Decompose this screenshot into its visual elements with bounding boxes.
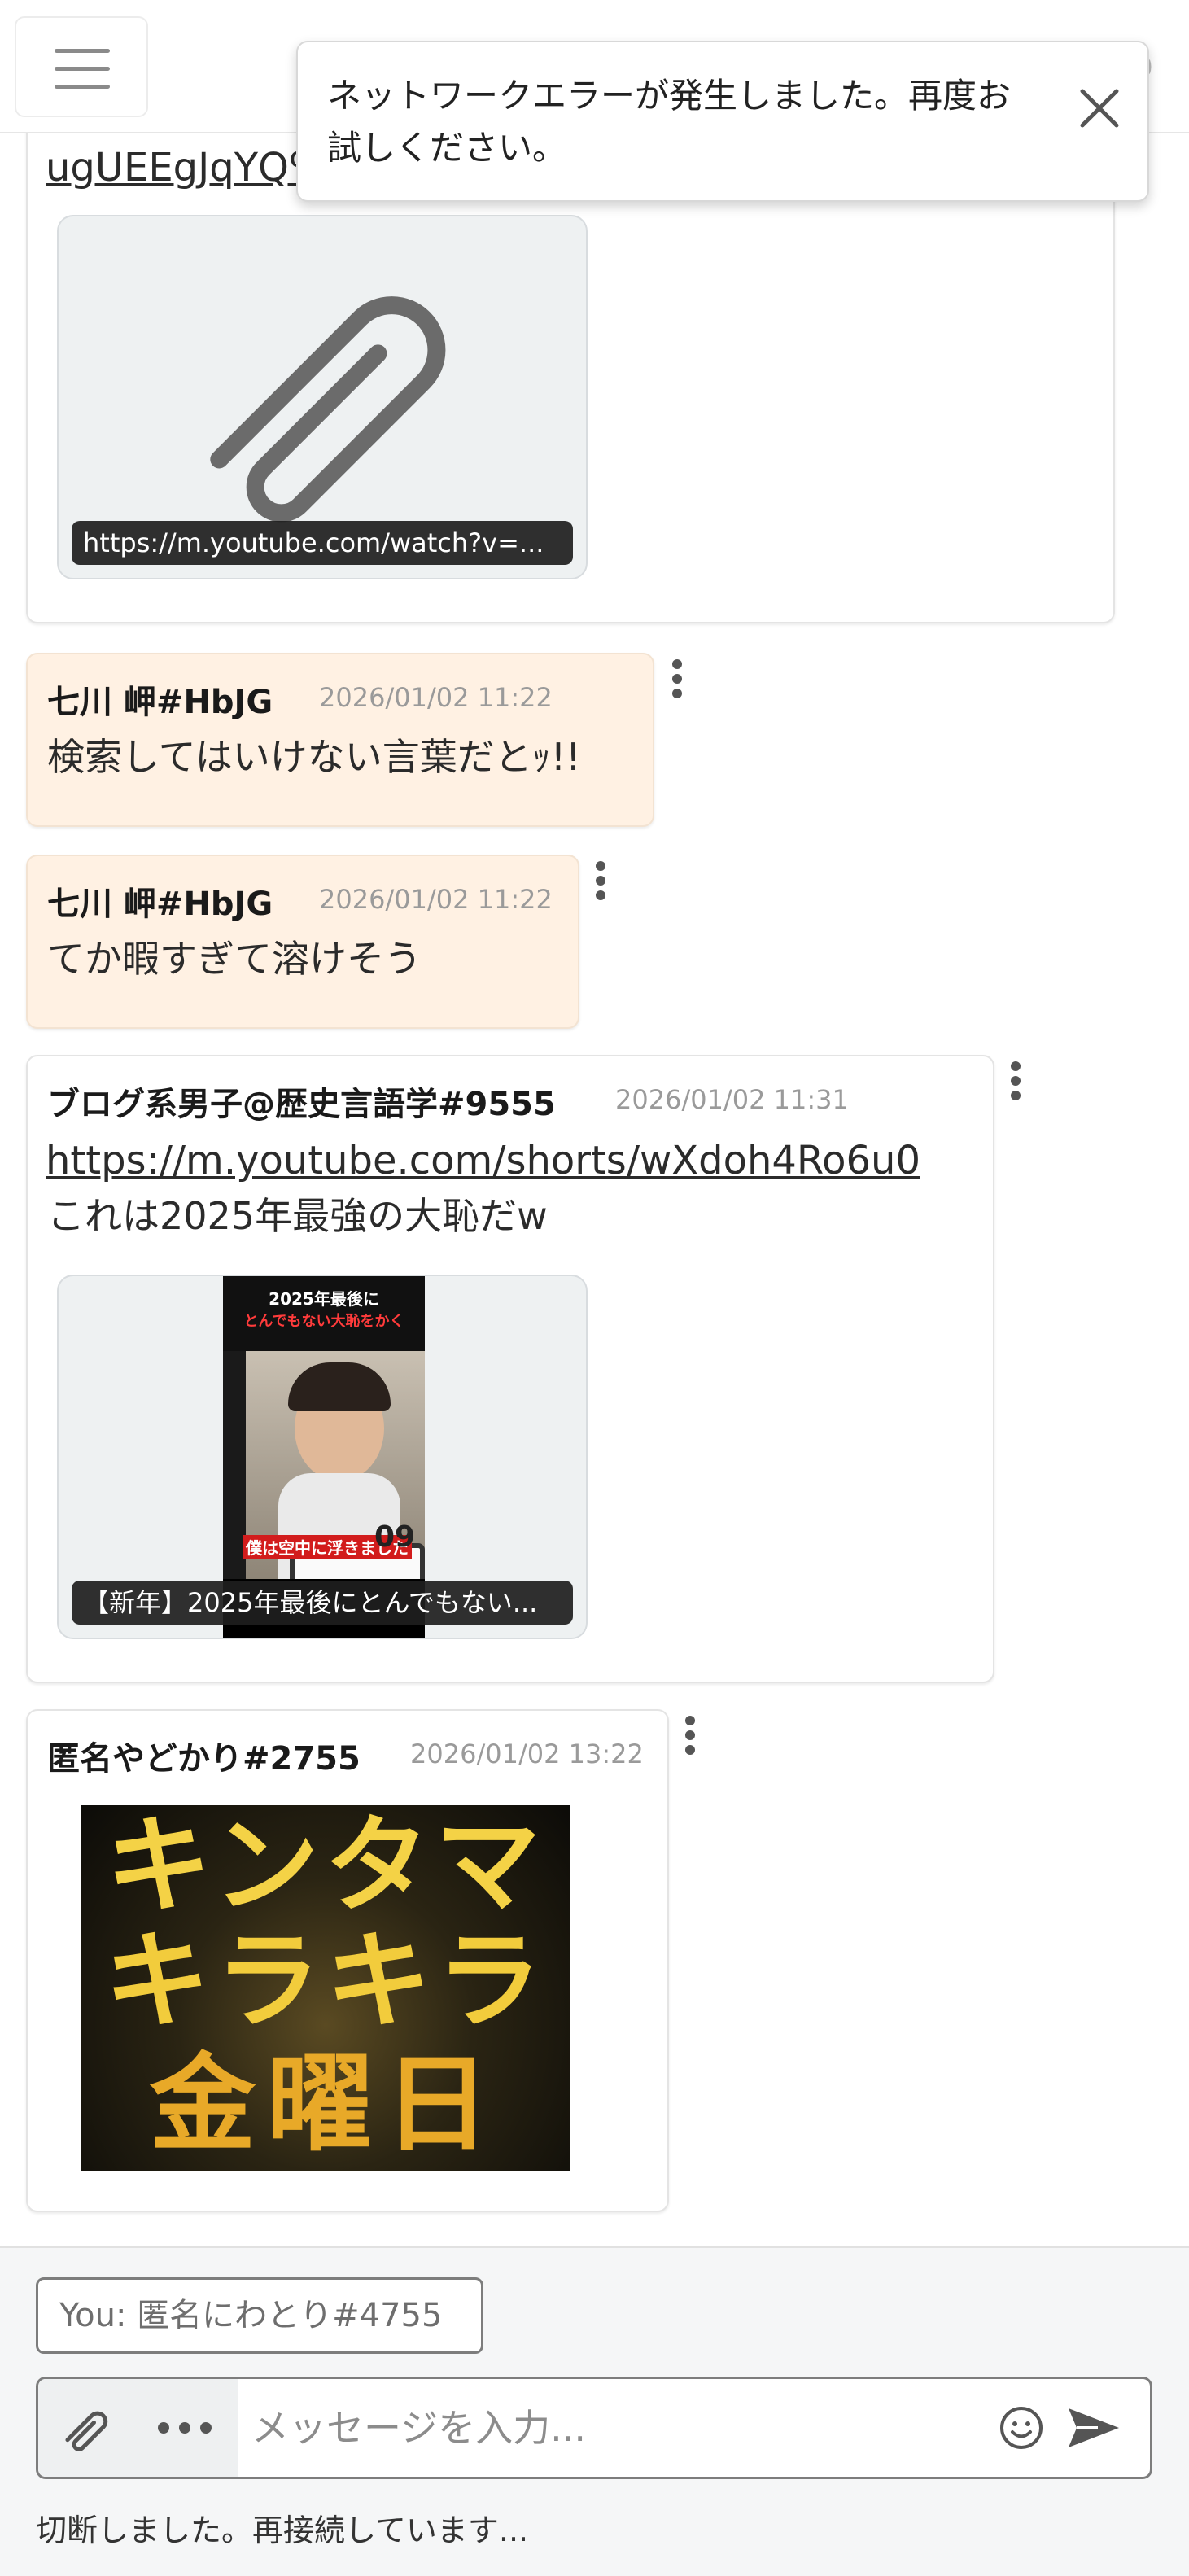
message-text: これは2025年最強の大恥だw (47, 1194, 548, 1238)
chat-log: ugUEEgJqYQ%3D%3D https://m.youtube.com/w… (0, 0, 1189, 2246)
link-preview-card[interactable]: 2025年最後に とんでもない大恥をかく 僕は空中に浮きました 09 【新年】2… (57, 1275, 588, 1639)
message-menu-button[interactable] (591, 861, 610, 910)
image-text-line: キンタマ (105, 1805, 546, 1927)
input-tools (38, 2379, 238, 2477)
message-author[interactable]: 七川 岬#HbJG (47, 877, 273, 925)
thumbnail-title-line: 2025年最後に (269, 1289, 379, 1309)
message-card: 七川 岬#HbJG 2026/01/02 11:22 検索してはいけない言葉だと… (26, 653, 654, 827)
preview-caption: https://m.youtube.com/watch?v=... (72, 521, 573, 565)
message-author[interactable]: 七川 岬#HbJG (47, 676, 273, 723)
message-timestamp: 2026/01/02 11:31 (615, 1084, 849, 1115)
image-text-line: 金曜日 (149, 2042, 501, 2166)
message-author[interactable]: 匿名やどかり#2755 (47, 1732, 361, 1779)
message-input-row (36, 2377, 1152, 2479)
message-timestamp: 2026/01/02 11:22 (319, 884, 553, 915)
message-menu-button[interactable] (667, 659, 687, 708)
message-timestamp: 2026/01/02 13:22 (410, 1738, 644, 1769)
message-input[interactable] (251, 2397, 984, 2459)
paperclip-icon[interactable] (56, 2399, 118, 2460)
message-menu-button[interactable] (1006, 1061, 1025, 1110)
thumbnail-number: 09 (374, 1520, 416, 1554)
message-timestamp: 2026/01/02 11:22 (319, 682, 553, 713)
send-icon[interactable] (1065, 2403, 1122, 2452)
message-card: 匿名やどかり#2755 2026/01/02 13:22 キンタマ キラキラ 金… (26, 1709, 669, 2212)
message-image[interactable]: キンタマ キラキラ 金曜日 (81, 1805, 570, 2171)
message-author[interactable]: ブログ系男子@歴史言語学#9555 (47, 1078, 556, 1125)
link-preview-card[interactable]: https://m.youtube.com/watch?v=... (57, 215, 588, 579)
close-icon[interactable] (1071, 80, 1128, 137)
message-card: ブログ系男子@歴史言語学#9555 2026/01/02 11:31 https… (26, 1055, 994, 1683)
more-dots-icon[interactable] (152, 2412, 217, 2444)
emoji-icon[interactable] (997, 2403, 1046, 2452)
hamburger-menu-button[interactable] (15, 16, 148, 117)
toast-message: ネットワークエラーが発生しました。再度お試しください。 (327, 76, 1012, 168)
preview-caption: 【新年】2025年最後にとんでもない... (72, 1581, 573, 1625)
message-menu-button[interactable] (680, 1716, 700, 1765)
message-card: 七川 岬#HbJG 2026/01/02 11:22 てか暇すぎて溶けそう (26, 855, 579, 1029)
message-text: 検索してはいけない言葉だとｯ!! (47, 735, 581, 779)
connection-status: 切断しました。再接続しています... (36, 2513, 529, 2548)
message-text: てか暇すぎて溶けそう (47, 937, 422, 981)
current-user-chip[interactable]: You: 匿名にわとり#4755 (36, 2277, 483, 2354)
image-text-line: キラキラ (103, 1919, 547, 2043)
message-link[interactable]: https://m.youtube.com/shorts/wXdoh4Ro6u0 (46, 1136, 920, 1185)
error-toast: ネットワークエラーが発生しました。再度お試しください。 (296, 41, 1149, 202)
thumbnail-title-line: とんでもない大恥をかく (243, 1313, 404, 1330)
